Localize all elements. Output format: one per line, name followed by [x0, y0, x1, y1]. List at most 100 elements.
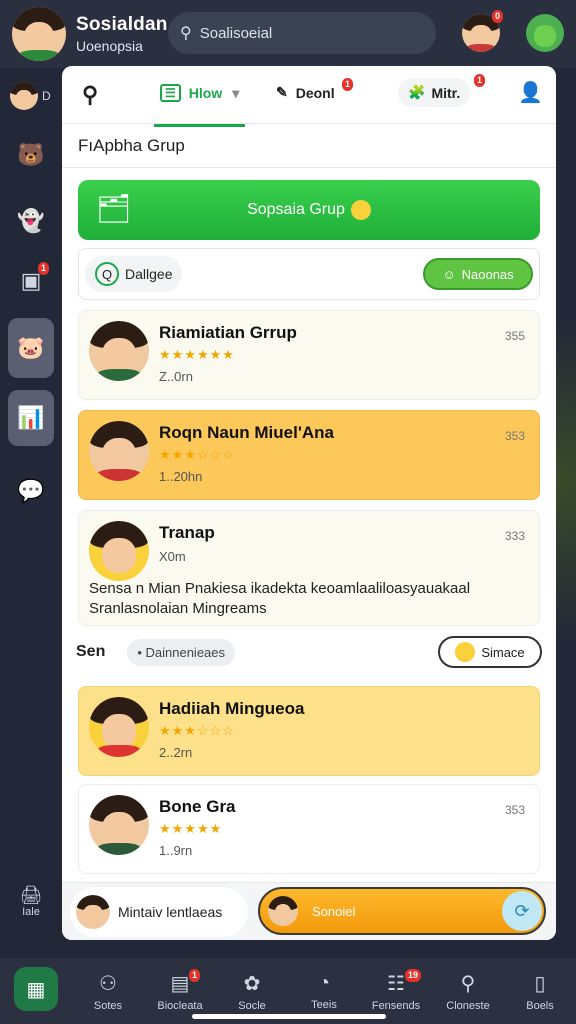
- profile-avatar[interactable]: [12, 7, 66, 61]
- tab-home[interactable]: ☰ Hlow ▾: [154, 84, 246, 127]
- character-icon[interactable]: 🐻: [8, 132, 54, 178]
- group-card[interactable]: Roqn Naun Miuel'Ana ★★★☆☆☆ 1..20hn 353: [78, 410, 540, 500]
- rail-badge: 1: [38, 262, 50, 275]
- home-icon: ▦: [14, 967, 58, 1011]
- refresh-icon: ⟳: [502, 891, 542, 931]
- section-label: Sen: [76, 643, 106, 660]
- avatar: [76, 895, 110, 929]
- search-placeholder: Soalisoeial: [199, 24, 273, 42]
- nav-item-socle[interactable]: ✿ Socle: [217, 971, 287, 1012]
- card-meta: 2..2rn: [159, 745, 193, 760]
- layout-icon[interactable]: ▣ 1: [8, 258, 54, 304]
- chevron-down-icon: ▾: [232, 84, 240, 101]
- card-meta: 1..20hn: [159, 469, 203, 484]
- avatar: [89, 321, 149, 381]
- left-rail: D 🐻 👻 ▣ 1 🐷 📊 💬 🖨 Iale: [0, 68, 62, 958]
- card-name: Riamiatian Grrup: [159, 323, 297, 342]
- nav-item-fensends[interactable]: ☷ Fensends 19: [361, 968, 431, 1012]
- calendar-icon: ▤: [170, 972, 190, 995]
- tab-more[interactable]: 🧩 Mitr. 1: [398, 74, 486, 107]
- ghost-icon[interactable]: 👻: [8, 198, 54, 244]
- footer-right-label: Sonoiel: [312, 903, 356, 919]
- card-meta: X0m: [159, 549, 186, 564]
- card-name: Roqn Naun Miuel'Ana: [159, 423, 334, 442]
- filter-chip[interactable]: Q Dallgee: [85, 256, 183, 292]
- printer-icon[interactable]: 🖨 Iale: [8, 878, 54, 924]
- star-rating: ★★★★★★: [159, 347, 235, 362]
- pencil-icon: ✎: [276, 84, 288, 100]
- star-rating: ★★★★★: [159, 821, 223, 836]
- pig-icon[interactable]: 🐷: [8, 318, 54, 378]
- avatar: [89, 697, 149, 757]
- home-indicator: [192, 1014, 386, 1019]
- avatar: [268, 896, 298, 926]
- star-rating: ★★★☆☆☆: [159, 723, 235, 738]
- group-card[interactable]: Riamiatian Grrup ★★★★★★ Z..0rn 355: [78, 310, 540, 400]
- app-subtitle: Uoenopsia: [76, 38, 143, 54]
- filter-label: Dallgee: [125, 266, 173, 282]
- list-icon: ☷: [387, 972, 405, 995]
- notification-badge: 0: [492, 10, 504, 23]
- tab-bar: ⚲ ☰ Hlow ▾ ✎ Deonl 1 🧩 Mitr. 1 👤: [62, 66, 556, 127]
- search-icon-button[interactable]: ⚲: [82, 82, 98, 108]
- bell-icon: ◔: [317, 971, 331, 994]
- tab-discover-label: Deonl: [295, 84, 335, 101]
- home-icon: ☰: [160, 84, 181, 102]
- section-button[interactable]: Simace: [438, 636, 542, 668]
- nav-item-boels[interactable]: ▯ Boels: [505, 971, 575, 1012]
- nav-item-home[interactable]: ▦: [1, 967, 71, 1015]
- group-title: FıApbha Grup: [62, 124, 556, 168]
- footer-bar: Mintaiv lentlaeas Sonoiel ⟳: [62, 882, 556, 940]
- search-icon: ⚲: [180, 25, 192, 42]
- tab-discover[interactable]: ✎ Deonl 1: [276, 78, 354, 101]
- filter-icon: Q: [95, 262, 119, 286]
- top-bar: Sosialdan Uoenopsia ⚲ Soalisoeial 0: [0, 0, 576, 68]
- puzzle-icon: ✿: [243, 972, 261, 995]
- join-group-label: Sopsaia Grup: [247, 201, 345, 218]
- avatar: [89, 521, 149, 581]
- footer-right-button[interactable]: Sonoiel ⟳: [258, 887, 546, 935]
- card-count: 355: [504, 329, 525, 343]
- filter-action-button[interactable]: ☺ Naoonas: [423, 258, 533, 290]
- tab-more-label: Mitr.: [431, 84, 461, 101]
- search-input[interactable]: ⚲ Soalisoeial: [168, 12, 436, 54]
- character-avatar[interactable]: [526, 14, 564, 52]
- nav-item-teeis[interactable]: ◔ Teeis: [289, 972, 359, 1011]
- card-count: 353: [504, 803, 525, 817]
- coin-icon: [350, 200, 371, 220]
- card-icon: 🗂: [96, 193, 132, 224]
- emoji-icon: [455, 642, 476, 662]
- join-group-button[interactable]: 🗂 Sopsaia Grup: [78, 180, 540, 240]
- section-row: Sen • Dainnenieaes Simace: [76, 632, 542, 672]
- nav-item-cloneste[interactable]: ⚲ Cloneste: [433, 971, 503, 1012]
- nav-item-sotes[interactable]: ⚇ Sotes: [73, 971, 143, 1012]
- group-icon: ⚇: [99, 972, 117, 995]
- chat-icon[interactable]: 💬: [8, 468, 54, 514]
- footer-left-label: Mintaiv lentlaeas: [118, 904, 223, 920]
- avatar: [89, 421, 149, 481]
- group-card[interactable]: Hadiiah Mingueoa ★★★☆☆☆ 2..2rn: [78, 686, 540, 776]
- footer-left-button[interactable]: Mintaiv lentlaeas: [70, 887, 248, 937]
- section-button-label: Simace: [481, 644, 525, 660]
- app-title: Sosialdan: [76, 14, 168, 35]
- card-description: Sensa n Mian Pnakiesa ikadekta keoamlaal…: [89, 580, 471, 617]
- chart-icon[interactable]: 📊: [8, 390, 54, 446]
- puzzle-icon: 🧩: [408, 84, 426, 100]
- rail-profile[interactable]: D: [10, 74, 62, 118]
- title-block: Sosialdan Uoenopsia: [76, 14, 168, 54]
- user-icon[interactable]: 👤: [518, 80, 543, 105]
- filter-action-label: Naoonas: [461, 266, 514, 282]
- document-icon: ▯: [534, 972, 546, 995]
- section-chip[interactable]: • Dainnenieaes: [127, 638, 236, 666]
- card-name: Tranap: [159, 523, 215, 542]
- nav-item-biocleata[interactable]: ▤ Biocleata 1: [145, 968, 215, 1012]
- card-meta: Z..0rn: [159, 369, 193, 384]
- tab-more-badge: 1: [474, 74, 486, 87]
- card-meta: 1..9rn: [159, 843, 193, 858]
- search-icon: ⚲: [460, 972, 476, 995]
- card-name: Bone Gra: [159, 797, 236, 816]
- face-icon: ☺: [442, 266, 456, 282]
- group-card[interactable]: Tranap X0m 333 Sensa n Mian Pnakiesa ika…: [78, 510, 540, 626]
- tab-discover-badge: 1: [342, 78, 354, 91]
- group-card[interactable]: Bone Gra ★★★★★ 1..9rn 353: [78, 784, 540, 874]
